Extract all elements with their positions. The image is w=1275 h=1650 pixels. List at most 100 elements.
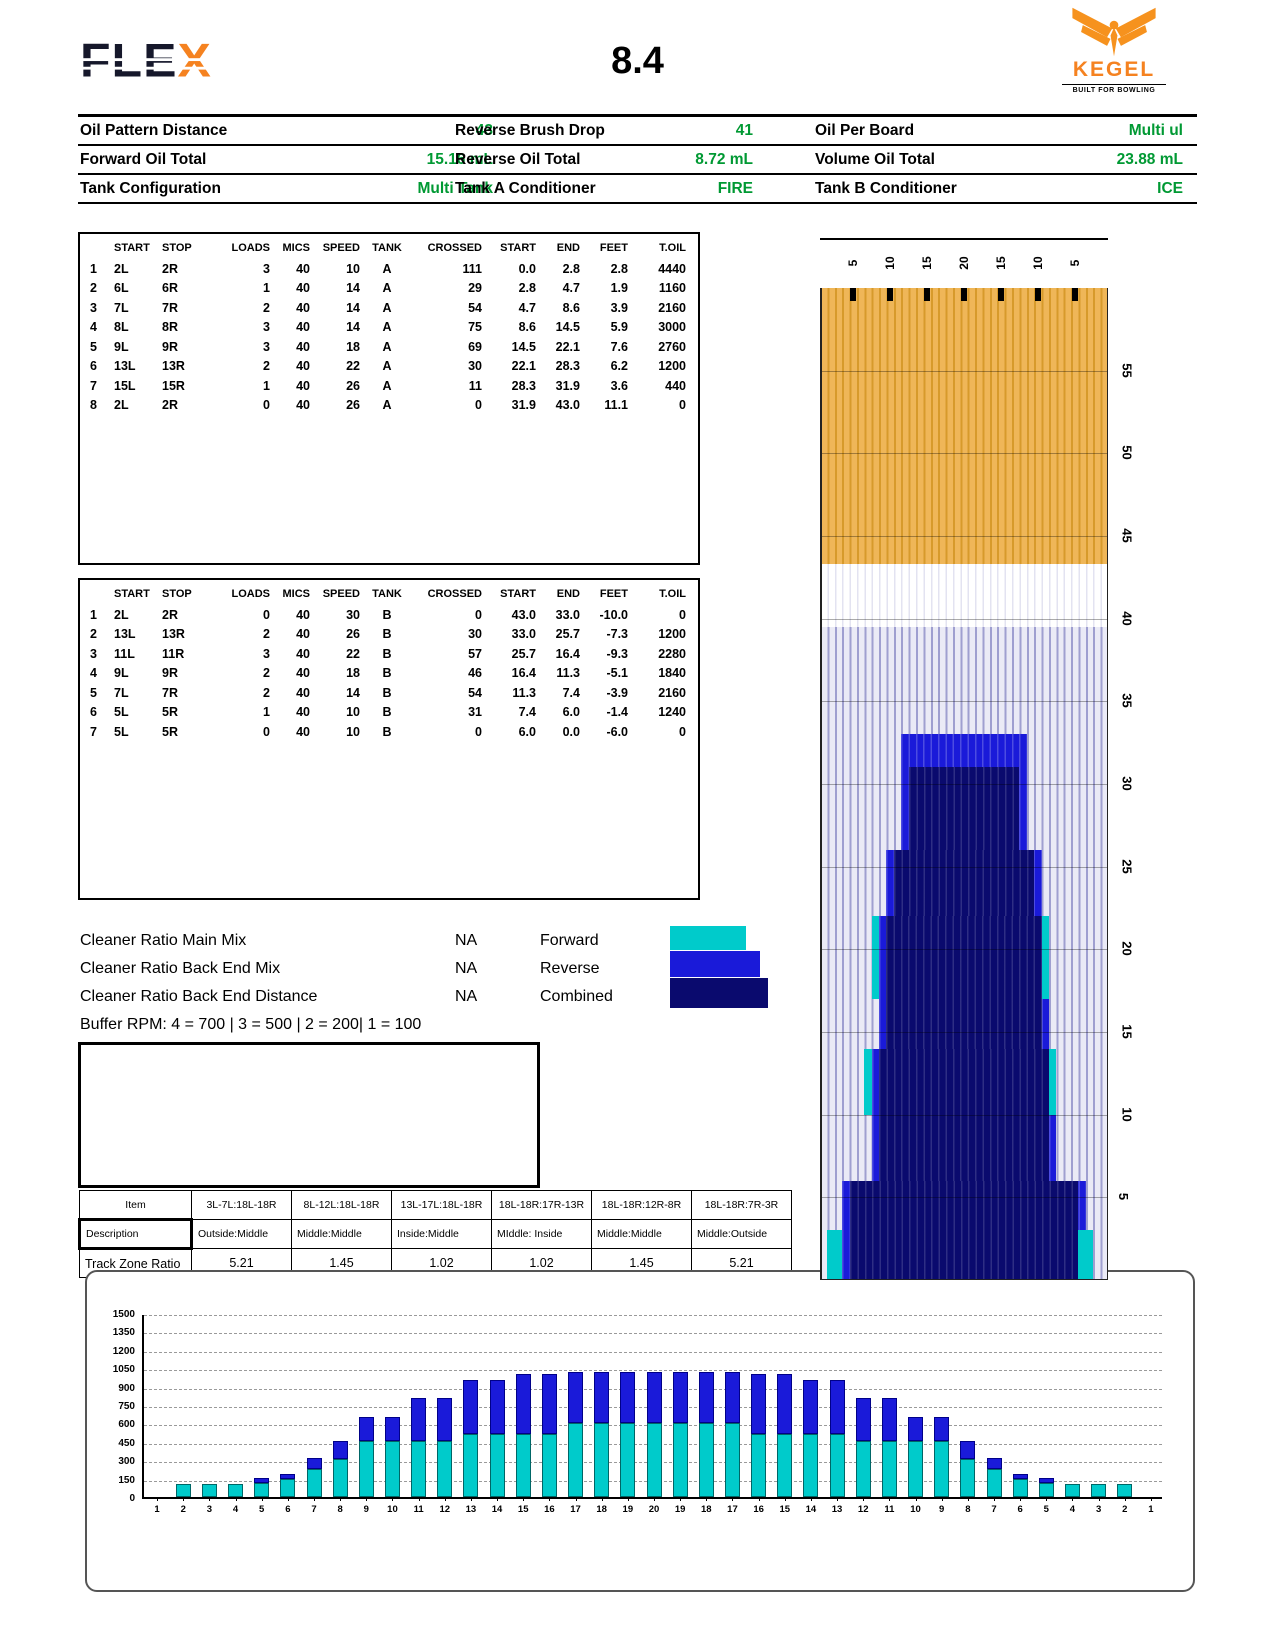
- reverse-oil-bar: [489, 1380, 505, 1435]
- x-axis-label: 10: [387, 1504, 398, 1515]
- x-axis-label: 7: [991, 1504, 997, 1515]
- track-description-label: Description: [78, 1218, 193, 1250]
- forward-oil-step: [1041, 916, 1049, 999]
- load-cell: 6L: [114, 281, 129, 296]
- load-cell: 15L: [114, 378, 136, 393]
- x-axis-label: 15: [779, 1504, 791, 1515]
- cleaner-ratio-value: NA: [455, 932, 478, 949]
- load-cell: 2.8: [518, 281, 536, 296]
- x-axis-tick: [392, 1497, 394, 1501]
- forward-oil-bar: [332, 1458, 348, 1497]
- summary-label: Volume Oil Total: [815, 151, 935, 168]
- x-axis-label: 16: [753, 1504, 764, 1515]
- load-cell: A: [382, 320, 392, 335]
- x-axis-label: 17: [727, 1504, 738, 1515]
- y-axis-label: 1350: [112, 1327, 135, 1339]
- board-tick: [887, 288, 894, 301]
- load-cell: 5L: [114, 724, 129, 739]
- x-axis-label: 20: [648, 1504, 660, 1515]
- load-cell: 8.6: [518, 320, 536, 335]
- board-number-label: 20: [957, 256, 971, 270]
- forward-oil-bar: [646, 1423, 662, 1497]
- load-cell: 2.8: [610, 261, 628, 276]
- load-cell: 16.4: [511, 666, 536, 681]
- x-axis-tick: [706, 1497, 708, 1501]
- pattern-report-page: FLEX 8.4 KEGEL BUILT FOR BOWLING Oil Pat…: [0, 0, 1275, 1650]
- forward-oil-bar: [829, 1434, 845, 1497]
- load-cell: 22: [346, 646, 360, 661]
- column-header: START: [500, 588, 536, 600]
- column-header: MICS: [282, 242, 311, 254]
- reverse-oil-bar: [908, 1416, 924, 1441]
- load-cell: 6.2: [610, 359, 628, 374]
- load-cell: 2L: [114, 607, 129, 622]
- track-description-cell: Outside:Middle: [191, 1219, 292, 1249]
- load-cell: 2L: [114, 398, 129, 413]
- load-cell: 1.9: [610, 281, 628, 296]
- reverse-oil-bar: [463, 1380, 479, 1435]
- board-tick: [997, 288, 1004, 301]
- x-axis-label: 9: [939, 1504, 945, 1515]
- load-cell: 6: [90, 359, 97, 374]
- load-cell: 1160: [658, 281, 686, 296]
- combined-oil-step: [908, 767, 1020, 851]
- distance-gridline: [820, 370, 1108, 372]
- x-axis-tick: [470, 1497, 472, 1501]
- load-cell: 1200: [658, 359, 686, 374]
- x-axis-tick: [654, 1497, 655, 1501]
- x-axis-label: 10: [910, 1504, 921, 1515]
- x-axis-label: 5: [259, 1504, 265, 1515]
- track-description-cell: Middle:Outside: [691, 1219, 792, 1249]
- load-cell: 2160: [658, 685, 686, 700]
- summary-table: Oil Pattern Distance 43 Reverse Brush Dr…: [78, 114, 1197, 204]
- load-cell: 40: [296, 627, 310, 642]
- x-axis-tick: [1046, 1497, 1048, 1501]
- load-cell: A: [382, 359, 392, 374]
- load-cell: -10.0: [599, 607, 629, 622]
- load-cell: 57: [468, 646, 482, 661]
- load-cell: B: [382, 627, 392, 642]
- forward-oil-bar: [960, 1458, 976, 1497]
- x-axis-label: 9: [363, 1504, 369, 1515]
- summary-value: 23.88 mL: [1116, 151, 1183, 168]
- load-cell: 6.0: [562, 705, 580, 720]
- load-cell: 40: [296, 320, 310, 335]
- notes-box: [78, 1042, 540, 1188]
- load-cell: A: [382, 281, 392, 296]
- load-row: 4 9L 9R 2 40 18 B 46 16.4 11.3 -5.1 1840: [90, 664, 686, 684]
- x-axis-tick: [366, 1497, 368, 1501]
- reverse-oil-bar: [332, 1440, 348, 1459]
- reverse-oil-bar: [437, 1398, 453, 1441]
- lane-backend-wood: [820, 288, 1108, 565]
- distance-gridline: [820, 866, 1108, 868]
- load-row: 6 13L 13R 2 40 22 A 30 22.1 28.3 6.2 1200: [90, 357, 686, 377]
- load-cell: 4: [90, 320, 97, 335]
- x-axis-tick: [575, 1497, 577, 1501]
- load-cell: 40: [296, 359, 310, 374]
- load-cell: 10: [346, 705, 360, 720]
- forward-oil-bar: [698, 1423, 714, 1497]
- track-column-header: 3L-7L:18L-18R: [191, 1190, 292, 1220]
- loads-table: START STOP LOADS MICS SPEED TANK CROSSED START E…: [90, 242, 686, 415]
- load-cell: 1240: [658, 705, 686, 720]
- load-cell: 2: [263, 300, 270, 315]
- lane-right-edge: [1106, 288, 1108, 1280]
- forward-oil-bar: [934, 1440, 950, 1497]
- load-cell: 2R: [162, 398, 178, 413]
- summary-label: Forward Oil Total: [80, 151, 207, 168]
- x-axis-label: 7: [311, 1504, 317, 1515]
- load-cell: 31.9: [555, 378, 580, 393]
- load-cell: 0: [679, 607, 686, 622]
- load-cell: 40: [296, 685, 310, 700]
- reverse-oil-bar: [960, 1440, 976, 1459]
- x-axis-label: 11: [884, 1504, 895, 1515]
- reverse-oil-bar: [646, 1371, 662, 1424]
- load-cell: A: [382, 261, 392, 276]
- load-cell: 28.3: [555, 359, 580, 374]
- chart-gridline: [144, 1315, 1162, 1316]
- load-cell: 9R: [162, 666, 178, 681]
- load-cell: 3.9: [610, 300, 628, 315]
- load-cell: 54: [468, 300, 482, 315]
- forward-oil-bar: [986, 1468, 1002, 1497]
- load-cell: 4.7: [562, 281, 580, 296]
